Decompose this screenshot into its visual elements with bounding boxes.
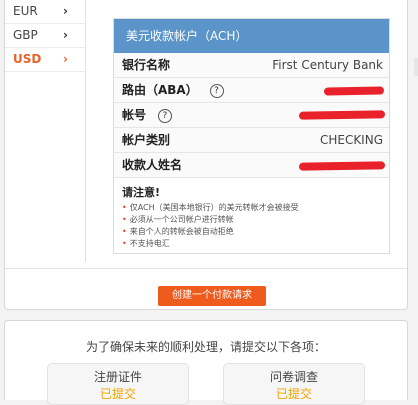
- account-details-box: 美元收款帐户（ACH） 银行名称 First Century Bank 路由（A…: [113, 18, 390, 254]
- submission-message: 为了确保未来的顺利处理，请提交以下各项：: [85, 340, 326, 354]
- doc-title: 问卷调查: [269, 370, 318, 384]
- bank-name-row: 银行名称 First Century Bank: [114, 53, 389, 78]
- notice-item: • 必须从一个公司帐户进行转帐: [122, 214, 381, 226]
- bullet-icon: •: [122, 203, 127, 212]
- questionnaire-button[interactable]: 问卷调查 已提交: [223, 363, 365, 405]
- payee-label: 收款人姓名: [122, 158, 183, 172]
- currency-code: EUR: [13, 4, 38, 18]
- notice-text: 仅ACH（美国本地银行）的美元转帐才会被接受: [129, 203, 299, 212]
- scrollbar[interactable]: [414, 58, 418, 76]
- chevron-right-icon: ›: [63, 52, 68, 66]
- currency-list: EUR › GBP › USD ›: [5, 0, 86, 262]
- create-payment-request-button[interactable]: 创建一个付款请求: [158, 286, 266, 306]
- currency-code: USD: [13, 52, 42, 66]
- account-number-row: 帐号 ?: [114, 103, 389, 128]
- currency-item-usd[interactable]: USD ›: [5, 48, 85, 72]
- account-number-label: 帐号: [122, 108, 147, 122]
- divider: [5, 268, 407, 269]
- redaction-mark: [298, 161, 386, 171]
- bullet-icon: •: [122, 227, 127, 236]
- doc-status: 已提交: [275, 387, 312, 401]
- bullet-icon: •: [122, 239, 127, 248]
- currency-item-eur[interactable]: EUR ›: [5, 0, 85, 24]
- notice-item: • 来自个人的转帐会被自动拒绝: [122, 226, 381, 238]
- notice-title: 请注意!: [122, 186, 161, 199]
- account-header: 美元收款帐户（ACH）: [114, 19, 389, 53]
- document-submission-card: 为了确保未来的顺利处理，请提交以下各项： 注册证件 已提交 问卷调查 已提交: [4, 320, 408, 405]
- doc-status: 已提交: [99, 387, 136, 401]
- notice-text: 来自个人的转帐会被自动拒绝: [129, 227, 234, 236]
- account-type-label: 帐户类别: [122, 133, 171, 147]
- routing-label: 路由（ABA）: [122, 83, 198, 97]
- account-type-row: 帐户类别 CHECKING: [114, 128, 389, 153]
- payee-row: 收款人姓名: [114, 153, 389, 178]
- routing-row: 路由（ABA） ?: [114, 78, 389, 103]
- notice-item: • 不支持电汇: [122, 238, 381, 250]
- chevron-right-icon: ›: [63, 4, 68, 18]
- chevron-right-icon: ›: [63, 28, 68, 42]
- redaction-mark: [298, 110, 386, 120]
- notice-text: 不支持电汇: [129, 239, 170, 248]
- help-icon[interactable]: ?: [209, 83, 224, 98]
- currency-code: GBP: [13, 28, 38, 42]
- redaction-mark: [323, 86, 385, 96]
- account-card: EUR › GBP › USD › 美元收款帐户（ACH） 银行名称 First…: [4, 0, 408, 310]
- account-type-value: CHECKING: [319, 133, 383, 147]
- registration-docs-button[interactable]: 注册证件 已提交: [47, 363, 189, 405]
- bank-name-value: First Century Bank: [272, 58, 383, 72]
- bank-name-label: 银行名称: [122, 58, 171, 72]
- notice-text: 必须从一个公司帐户进行转帐: [129, 215, 234, 224]
- doc-title: 注册证件: [93, 370, 142, 384]
- notice-item: • 仅ACH（美国本地银行）的美元转帐才会被接受: [122, 202, 381, 214]
- currency-item-gbp[interactable]: GBP ›: [5, 24, 85, 48]
- help-icon[interactable]: ?: [157, 108, 172, 123]
- bullet-icon: •: [122, 215, 127, 224]
- notice-section: 请注意! • 仅ACH（美国本地银行）的美元转帐才会被接受 • 必须从一个公司帐户进…: [114, 178, 389, 250]
